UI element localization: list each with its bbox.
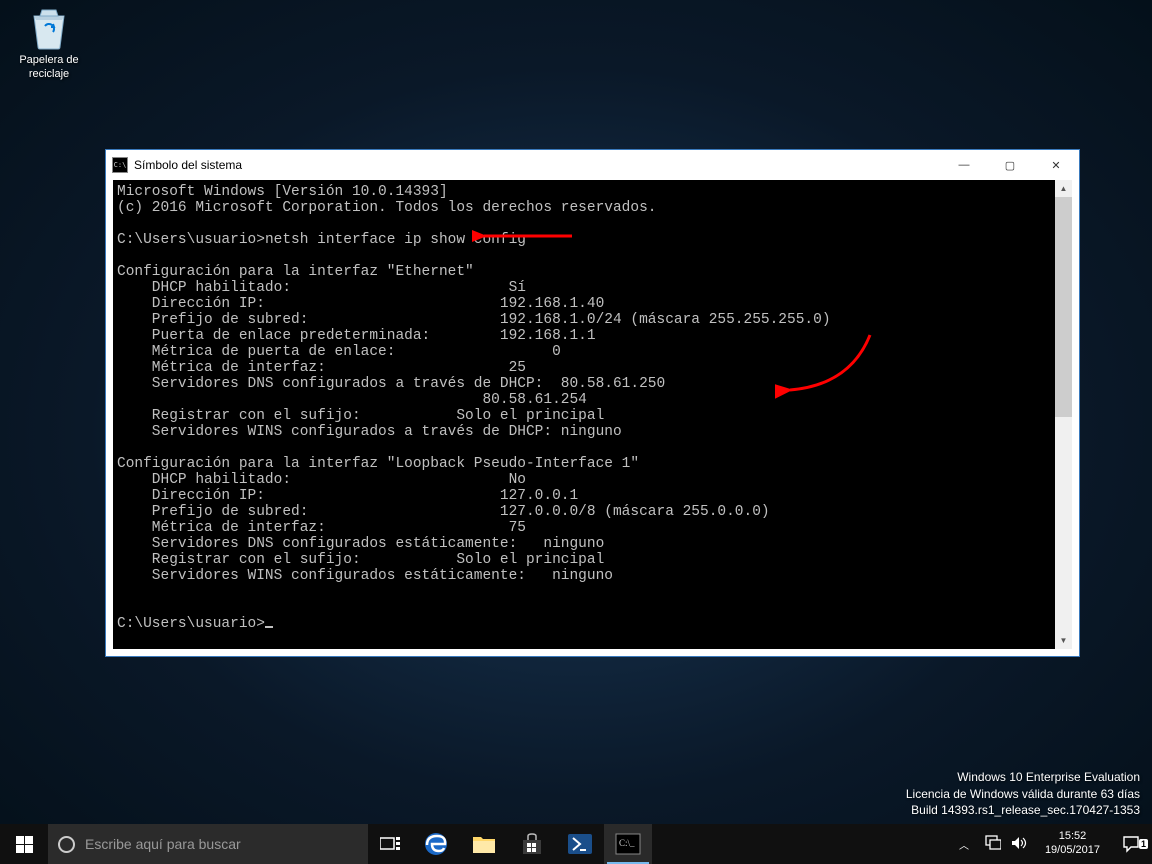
cursor (265, 626, 273, 628)
pinned-apps: C:\_ (412, 824, 652, 864)
search-placeholder: Escribe aquí para buscar (85, 836, 241, 852)
scroll-thumb[interactable] (1055, 197, 1072, 417)
window-title: Símbolo del sistema (134, 158, 941, 172)
scroll-up-button[interactable]: ▲ (1055, 180, 1072, 197)
time-text: 15:52 (1045, 830, 1100, 844)
recycle-bin-label: Papelera de reciclaje (12, 54, 86, 82)
scroll-down-button[interactable]: ▼ (1055, 632, 1072, 649)
desktop-icon-recycle-bin[interactable]: Papelera de reciclaje (12, 4, 86, 82)
command-prompt-window: C:\ Símbolo del sistema — ▢ ✕ Microsoft … (105, 149, 1080, 657)
action-center-button[interactable]: 1 (1110, 835, 1152, 853)
cortana-icon (58, 836, 75, 853)
taskbar-edge[interactable] (412, 824, 460, 864)
taskbar-powershell[interactable] (556, 824, 604, 864)
taskbar-store[interactable] (508, 824, 556, 864)
system-tray: ︿ 15:52 19/05/2017 1 (951, 824, 1152, 864)
close-button[interactable]: ✕ (1033, 150, 1079, 180)
task-view-icon (380, 837, 400, 851)
folder-icon (472, 833, 496, 855)
powershell-icon (567, 833, 593, 855)
search-box[interactable]: Escribe aquí para buscar (48, 824, 368, 864)
task-view-button[interactable] (368, 824, 412, 864)
cmd-icon: C:\ (112, 157, 128, 173)
chevron-up-icon: ︿ (959, 837, 969, 852)
notification-badge: 1 (1139, 839, 1148, 849)
scroll-track[interactable] (1055, 197, 1072, 632)
titlebar[interactable]: C:\ Símbolo del sistema — ▢ ✕ (106, 150, 1079, 180)
terminal-output: Microsoft Windows [Versión 10.0.14393] (… (113, 180, 1055, 649)
windows-logo-icon (16, 836, 33, 853)
recycle-bin-icon (26, 4, 72, 50)
edge-icon (424, 832, 448, 856)
svg-text:C:\_: C:\_ (619, 838, 635, 848)
cmd-taskbar-icon: C:\_ (615, 833, 641, 855)
network-icon[interactable] (985, 835, 1001, 853)
clock[interactable]: 15:52 19/05/2017 (1035, 830, 1110, 858)
maximize-button[interactable]: ▢ (987, 150, 1033, 180)
notification-icon (1122, 835, 1140, 853)
scrollbar[interactable]: ▲ ▼ (1055, 180, 1072, 649)
windows-activation-text: Windows 10 Enterprise Evaluation Licenci… (906, 769, 1140, 818)
store-icon (520, 832, 544, 856)
tray-overflow-button[interactable]: ︿ (951, 824, 977, 864)
date-text: 19/05/2017 (1045, 844, 1100, 858)
terminal-body[interactable]: Microsoft Windows [Versión 10.0.14393] (… (113, 180, 1072, 649)
taskbar-cmd[interactable]: C:\_ (604, 824, 652, 864)
taskbar: Escribe aquí para buscar C:\_ ︿ 15:52 19… (0, 824, 1152, 864)
minimize-button[interactable]: — (941, 150, 987, 180)
taskbar-file-explorer[interactable] (460, 824, 508, 864)
start-button[interactable] (0, 824, 48, 864)
volume-icon[interactable] (1011, 836, 1027, 853)
